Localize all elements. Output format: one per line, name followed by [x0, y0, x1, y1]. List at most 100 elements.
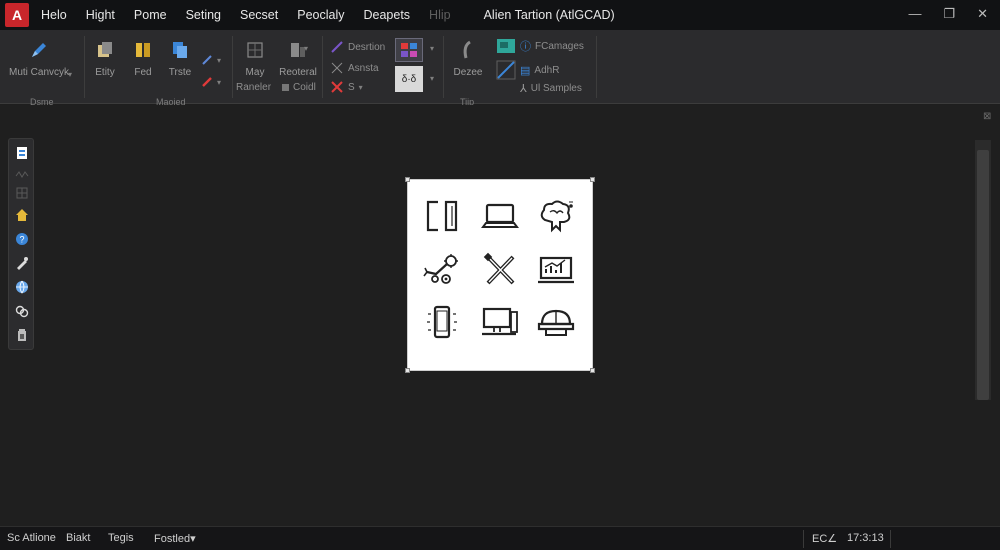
link-icon[interactable]	[14, 303, 30, 319]
robot-arm-icon[interactable]	[420, 250, 464, 290]
may-label: May	[245, 67, 265, 78]
active-value-box[interactable]: δ·δ	[395, 66, 423, 92]
left-tool-palette: ?	[8, 138, 34, 350]
minimize-button[interactable]: —	[908, 6, 921, 22]
line-icon	[331, 41, 343, 53]
scrollbar-thumb[interactable]	[977, 150, 989, 400]
app-logo[interactable]: A	[5, 3, 29, 27]
document-icon: ▤	[520, 64, 531, 77]
restore-button[interactable]: ❐	[943, 6, 955, 22]
resize-handle[interactable]	[590, 368, 595, 373]
multi-convert-label: Muti Canvcyk	[8, 67, 69, 78]
status-divider	[803, 530, 804, 548]
fed-tool[interactable]: Fed	[128, 39, 158, 78]
menu-item-pome[interactable]: Pome	[134, 8, 167, 22]
may-tool[interactable]: May	[238, 39, 272, 78]
help-icon[interactable]: ?	[14, 231, 30, 247]
erase-small-button[interactable]: ▾	[201, 76, 221, 88]
aahr-button[interactable]: ▤ AdhR	[496, 60, 559, 80]
ui-samples-label: Ul Samples	[530, 83, 582, 94]
desktop-computer-icon[interactable]	[478, 302, 522, 342]
status-mode[interactable]: Sc Atlione	[7, 532, 56, 544]
layers-icon	[132, 39, 154, 61]
menu-item-deapets[interactable]: Deapets	[363, 8, 410, 22]
menu-item-seting[interactable]: Seting	[186, 8, 221, 22]
chevron-down-icon[interactable]: ▾	[430, 44, 434, 53]
traste-tool[interactable]: Trste	[164, 39, 196, 78]
resize-handle[interactable]	[405, 177, 410, 182]
snap-button[interactable]: S ▾	[330, 80, 363, 94]
traste-label: Trste	[168, 67, 192, 78]
app-logo-letter: A	[11, 7, 23, 23]
desrtion-button[interactable]: Desrtion	[330, 40, 385, 54]
entity-label: Etity	[95, 67, 115, 78]
info-icon: ⓘ	[520, 41, 531, 53]
window-controls: — ❐ ✕	[908, 6, 988, 22]
laptop-icon[interactable]	[478, 196, 522, 236]
smartphone-icon[interactable]	[420, 302, 464, 342]
ribbon-divider	[232, 36, 233, 98]
menu-item-secset[interactable]: Secset	[240, 8, 278, 22]
aahr-label: AdhR	[534, 64, 560, 76]
status-item-tegis[interactable]: Tegis	[108, 532, 134, 544]
menu-item-hlip[interactable]: Hlip	[429, 8, 451, 22]
hat-helmet-icon[interactable]	[534, 302, 578, 342]
status-time: 17:3:13	[847, 532, 884, 544]
grid-icon[interactable]	[14, 185, 30, 201]
coidl-label: Coidl	[293, 82, 316, 93]
cube-icon	[94, 39, 116, 61]
battery-icon[interactable]	[14, 327, 30, 343]
menu-item-peoclaly[interactable]: Peoclaly	[297, 8, 344, 22]
eraser-icon	[202, 77, 212, 87]
viewport-options-icon[interactable]: ⊠	[983, 111, 995, 123]
small-square-icon	[282, 84, 289, 91]
chart-monitor-icon[interactable]	[534, 250, 578, 290]
raneler-button[interactable]: Raneler	[236, 82, 271, 93]
move-small-button[interactable]: ▾	[201, 54, 221, 66]
dezee-label: Dezee	[453, 67, 483, 78]
asnsta-label: Asnsta	[348, 62, 379, 74]
resize-handle[interactable]	[405, 368, 410, 373]
grid-icon	[244, 39, 266, 61]
chevron-down-icon: ▾	[217, 55, 222, 65]
status-bar: Sc Atlione Biakt Tegis Fostled▾ EC∠ 17:3…	[0, 526, 1000, 550]
ribbon-divider	[443, 36, 444, 98]
document-icon[interactable]	[14, 145, 30, 161]
pen-icon	[28, 39, 50, 61]
reoteral-tool[interactable]: Reoteral	[278, 39, 318, 78]
app-title: Alien Tartion (AtlGCAD)	[483, 8, 615, 22]
layer-palette-button[interactable]	[395, 38, 423, 62]
home-icon[interactable]	[14, 207, 30, 223]
chevron-down-icon[interactable]: ▾	[430, 74, 434, 83]
multi-convert-tool[interactable]: Muti Canvcyk	[6, 39, 72, 78]
chevron-down-icon[interactable]: ▾	[304, 44, 308, 53]
globe-icon[interactable]	[14, 279, 30, 295]
asnsta-button[interactable]: Asnsta	[330, 61, 379, 75]
menu-item-hight[interactable]: Hight	[86, 8, 115, 22]
status-item-biakt[interactable]: Biakt	[66, 532, 90, 544]
resize-handle[interactable]	[590, 177, 595, 182]
brain-cloud-icon[interactable]	[534, 196, 578, 236]
menu-item-help[interactable]: Helo	[41, 8, 67, 22]
fed-label: Fed	[134, 67, 152, 78]
ui-samples-button[interactable]: ⅄ Ul Samples	[520, 82, 582, 95]
coidl-button[interactable]: Coidl	[282, 82, 316, 93]
wave-icon[interactable]	[14, 167, 30, 183]
samples-icon: ⅄	[520, 83, 527, 95]
ribbon: Muti Canvcyk ▾ Dsme Etity Fed Trste ▾ ▾ …	[0, 30, 1000, 107]
close-button[interactable]: ✕	[977, 6, 988, 22]
image-icon	[497, 39, 515, 53]
icon-artboard[interactable]	[405, 177, 595, 373]
pen-icon[interactable]	[14, 255, 30, 271]
chevron-down-icon[interactable]: ▾	[68, 70, 72, 79]
fcamages-button[interactable]: ⓘ FCamages	[496, 38, 584, 54]
bracket-frame-icon[interactable]	[420, 196, 464, 236]
brush-icon	[457, 39, 479, 61]
copy-icon	[169, 39, 191, 61]
dezee-tool[interactable]: Dezee	[450, 39, 486, 78]
dimension-icon	[331, 62, 343, 74]
palette-icon	[401, 43, 417, 57]
status-item-fostled[interactable]: Fostled▾	[154, 532, 196, 545]
entity-tool[interactable]: Etity	[90, 39, 120, 78]
tools-crossed-icon[interactable]	[478, 250, 522, 290]
